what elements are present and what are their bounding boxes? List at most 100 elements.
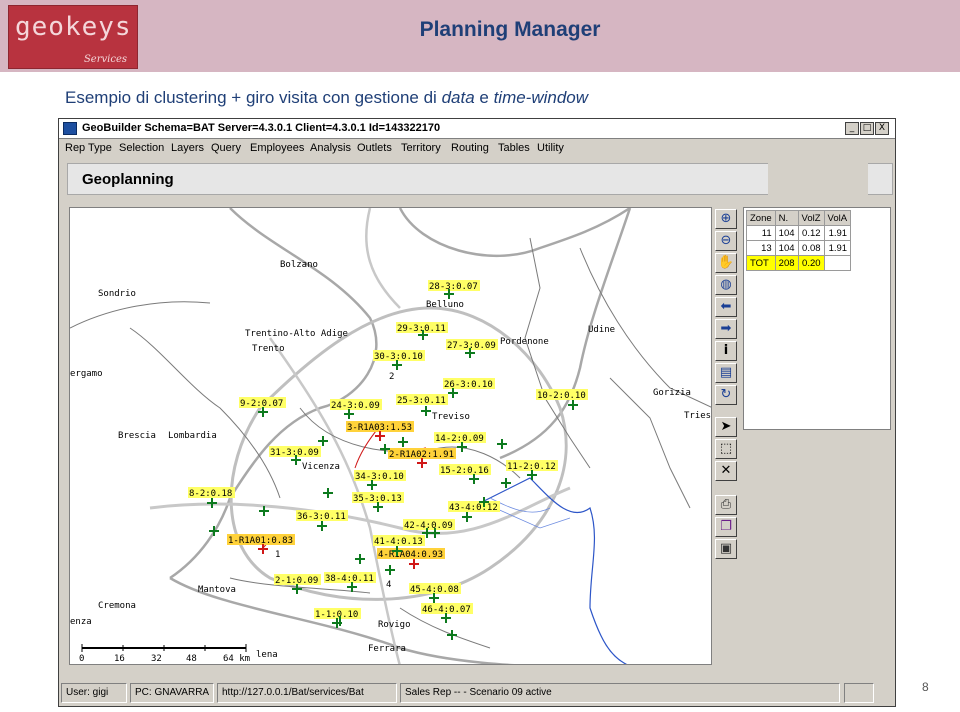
city-label: Sondrio	[98, 289, 136, 299]
column-header[interactable]: VolA	[823, 210, 852, 226]
geobuilder-window: GeoBuilder Schema=BAT Server=4.3.0.1 Cli…	[58, 118, 896, 707]
marker-label: 26-3:0.10	[444, 380, 493, 390]
marker-label: 41-4:0.13	[374, 537, 423, 547]
cell-zone: 13	[746, 240, 776, 256]
marker-label: 10-2:0.10	[537, 391, 586, 401]
menu-utility[interactable]: Utility	[537, 142, 564, 154]
subtitle-italic-time-window: time-window	[493, 88, 589, 107]
subtitle-text: Esempio di clustering + giro visita con …	[65, 88, 442, 107]
cell-volz: 0.08	[797, 240, 825, 256]
status-extra	[844, 683, 874, 703]
city-label: enza	[70, 617, 92, 627]
city-label: Mantova	[198, 585, 236, 595]
map-canvas[interactable]: Bolzano Sondrio Trentino-Alto Adige Tren…	[70, 208, 712, 665]
copy-icon[interactable]: ❐	[715, 517, 737, 537]
subtitle-conjunction: e	[474, 88, 494, 107]
menu-routing[interactable]: Routing	[451, 142, 489, 154]
print-icon[interactable]: ⎙	[715, 495, 737, 515]
refresh-icon[interactable]: ↻	[715, 385, 737, 405]
select-box-icon[interactable]: ⬚	[715, 439, 737, 459]
column-header[interactable]: Zone	[746, 210, 776, 226]
menu-employees[interactable]: Employees	[250, 142, 304, 154]
map-toolbar: ⊕ ⊖ ✋ ◍ ⬅ ➡ i ▤ ↻ ➤ ⬚ ✕ ⎙ ❐ ▣	[715, 209, 739, 565]
zoom-in-icon[interactable]: ⊕	[715, 209, 737, 229]
menu-selection[interactable]: Selection	[119, 142, 164, 154]
arrow-right-icon[interactable]: ➡	[715, 319, 737, 339]
cell-total-volz: 0.20	[797, 255, 825, 271]
marker-label: 36-3:0.11	[297, 512, 346, 522]
pointer-icon[interactable]: ➤	[715, 417, 737, 437]
maximize-button[interactable]: □	[860, 122, 874, 135]
status-pc: PC: GNAVARRA	[130, 683, 214, 703]
city-label: Tries	[684, 411, 711, 421]
menu-outlets[interactable]: Outlets	[357, 142, 392, 154]
app-icon	[63, 122, 77, 135]
pan-hand-icon[interactable]: ✋	[715, 253, 737, 273]
resize-grip-icon[interactable]	[877, 683, 893, 703]
cell-n: 104	[774, 225, 799, 241]
marker-label: 9-2:0.07	[240, 399, 283, 409]
scale-tick: 0	[79, 654, 84, 664]
marker-label: 4-R1A04:0.93	[378, 550, 443, 560]
window-titlebar[interactable]: GeoBuilder Schema=BAT Server=4.3.0.1 Cli…	[59, 119, 895, 139]
legend-icon[interactable]: ▤	[715, 363, 737, 383]
marker-label: 27-3:0.09	[447, 341, 496, 351]
menu-territory[interactable]: Territory	[401, 142, 441, 154]
city-label: Trento	[252, 344, 285, 354]
marker-label: 38-4:0.11	[325, 574, 374, 584]
zone-number: 2	[389, 372, 394, 382]
globe-icon[interactable]: ◍	[715, 275, 737, 295]
cell-total-label: TOT	[746, 255, 776, 271]
marker-label: 34-3:0.10	[355, 472, 404, 482]
scale-bar: 0 16 32 48 64 km	[79, 644, 250, 664]
save-icon[interactable]: ▣	[715, 539, 737, 559]
marker-label: 42-4:0.09	[404, 521, 453, 531]
zone-number: 1	[275, 550, 280, 560]
city-label: Belluno	[426, 300, 464, 310]
info-icon[interactable]: i	[715, 341, 737, 361]
marker-label: 29-3:0.11	[397, 324, 446, 334]
cell-zone: 11	[746, 225, 776, 241]
logo-subtext: Services	[83, 54, 127, 65]
column-header[interactable]: N.	[774, 210, 799, 226]
zone-table-panel: Zone N. VolZ VolA 11 104 0.12 1.91 13 10…	[743, 207, 891, 430]
status-bar: User: gigi PC: GNAVARRA http://127.0.0.1…	[59, 680, 895, 706]
zone-table: Zone N. VolZ VolA 11 104 0.12 1.91 13 10…	[746, 210, 852, 271]
delete-icon[interactable]: ✕	[715, 461, 737, 481]
marker-label: 31-3:0.09	[270, 448, 319, 458]
table-row[interactable]: 13 104 0.08 1.91	[746, 240, 852, 256]
table-header-row: Zone N. VolZ VolA	[746, 210, 852, 226]
city-label: Lombardia	[168, 431, 217, 441]
close-button[interactable]: X	[875, 122, 889, 135]
scale-tick: 32	[151, 654, 162, 664]
city-label: Cremona	[98, 601, 136, 611]
scale-tick: 16	[114, 654, 125, 664]
cell-total-n: 208	[774, 255, 799, 271]
marker-label: 14-2:0.09	[435, 434, 484, 444]
city-label: Bolzano	[280, 260, 318, 270]
arrow-left-icon[interactable]: ⬅	[715, 297, 737, 317]
window-title: GeoBuilder Schema=BAT Server=4.3.0.1 Cli…	[82, 122, 441, 134]
status-user: User: gigi	[61, 683, 127, 703]
cell-vola: 1.91	[823, 225, 852, 241]
map-view[interactable]: Bolzano Sondrio Trentino-Alto Adige Tren…	[69, 207, 712, 665]
scale-tick: 48	[186, 654, 197, 664]
column-header[interactable]: VolZ	[797, 210, 825, 226]
cell-vola: 1.91	[823, 240, 852, 256]
menu-rep-type[interactable]: Rep Type	[65, 142, 112, 154]
menu-tables[interactable]: Tables	[498, 142, 530, 154]
menu-analysis[interactable]: Analysis	[310, 142, 351, 154]
subtitle-italic-data: data	[441, 88, 475, 107]
total-row: TOT 208 0.20	[746, 255, 852, 271]
city-label: lena	[256, 650, 278, 660]
table-row[interactable]: 11 104 0.12 1.91	[746, 225, 852, 241]
marker-label: 15-2:0.16	[440, 466, 489, 476]
city-label: Treviso	[432, 412, 470, 422]
page-number: 8	[922, 680, 929, 694]
city-label: Trentino-Alto Adige	[245, 329, 348, 339]
city-label: Ferrara	[368, 644, 406, 654]
minimize-button[interactable]: _	[845, 122, 859, 135]
zoom-out-icon[interactable]: ⊖	[715, 231, 737, 251]
menu-query[interactable]: Query	[211, 142, 241, 154]
menu-layers[interactable]: Layers	[171, 142, 204, 154]
